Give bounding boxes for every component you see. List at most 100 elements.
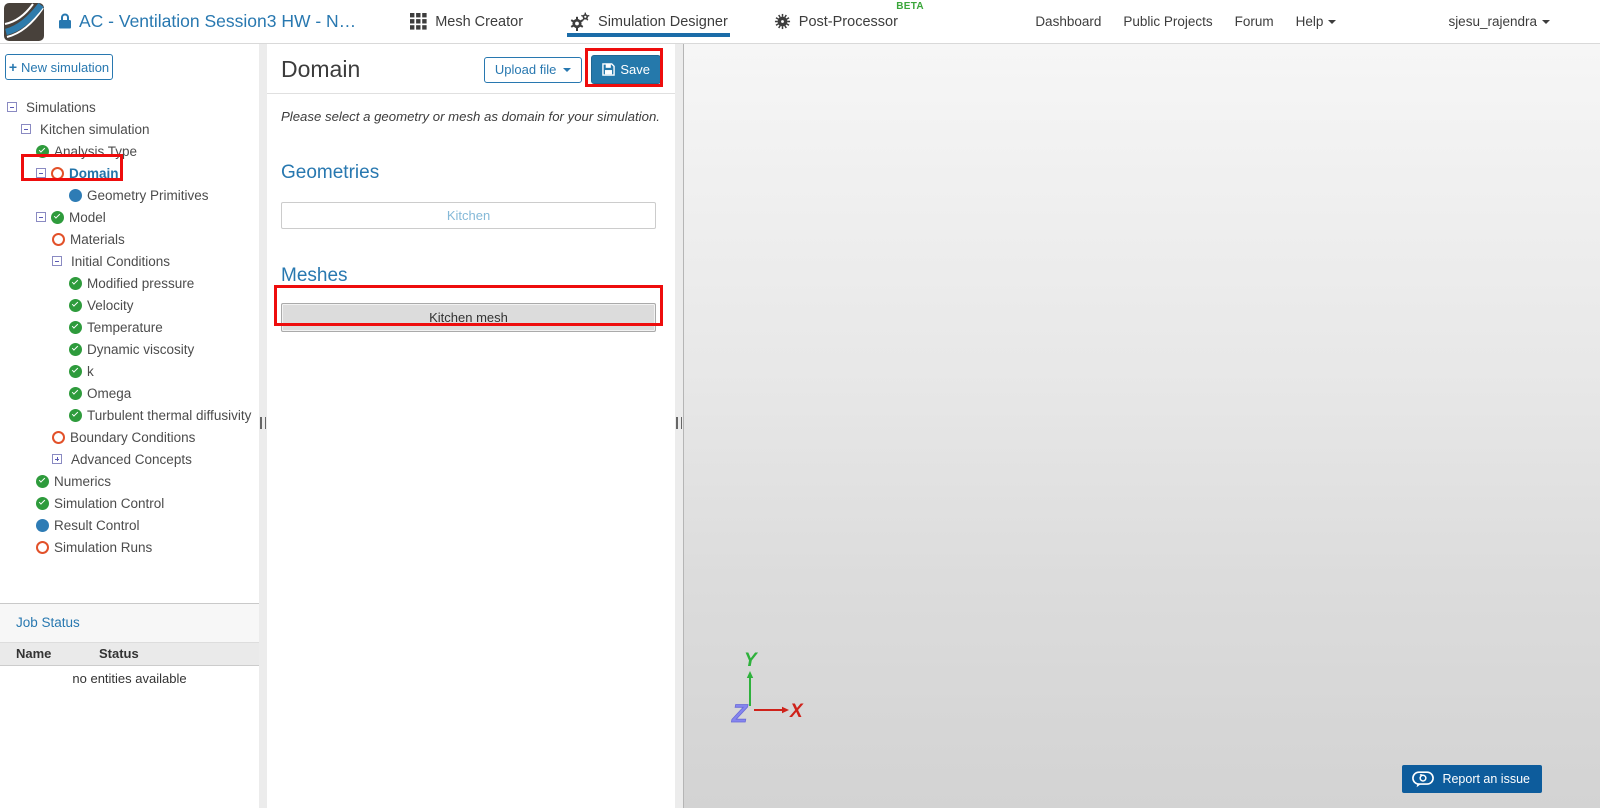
report-issue-label: Report an issue (1442, 772, 1530, 786)
splitter-grip-icon (260, 417, 266, 429)
tab-label: Post-Processor (798, 13, 898, 30)
top-right-nav: Dashboard Public Projects Forum Help sje… (1013, 14, 1550, 29)
tab-post-processor[interactable]: Post-Processor BETA (772, 0, 924, 44)
tree-item-label: Numerics (54, 473, 112, 489)
simscale-logo-icon[interactable] (4, 2, 44, 41)
camera-bubble-icon (1412, 770, 1435, 787)
tree-item-label: Velocity (87, 297, 134, 313)
tree-item-boundary-conditions[interactable]: Boundary Conditions (0, 426, 259, 448)
status-info-icon (36, 518, 49, 532)
status-check-icon (69, 408, 82, 422)
tree-item-k[interactable]: k (0, 360, 259, 382)
workbench-tabs: Mesh Creator Simulation Designer Post-Pr… (408, 0, 942, 44)
nav-link-dashboard[interactable]: Dashboard (1035, 14, 1101, 29)
tree-item-turbulent-thermal-diffusivity[interactable]: Turbulent thermal diffusivity (0, 404, 259, 426)
tab-mesh-creator[interactable]: Mesh Creator (408, 0, 525, 44)
page-title: Domain (281, 56, 361, 82)
tree-item-initial-conditions[interactable]: Initial Conditions (0, 250, 259, 272)
chevron-down-icon (1328, 20, 1337, 28)
axis-y-label: Y (744, 650, 759, 671)
tree-item-advanced-concepts[interactable]: Advanced Concepts (0, 448, 259, 470)
tab-simulation-designer[interactable]: Simulation Designer (567, 0, 730, 44)
column-header-status: Status (99, 646, 139, 661)
grid-icon (410, 13, 427, 30)
plus-icon: + (8, 59, 18, 75)
toggle-minus-icon[interactable] (36, 168, 46, 178)
nav-link-forum[interactable]: Forum (1235, 14, 1274, 29)
project-title[interactable]: AC - Ventilation Session3 HW - N… (79, 11, 356, 32)
tree-item-simulation-control[interactable]: Simulation Control (0, 492, 259, 514)
tree-item-numerics[interactable]: Numerics (0, 470, 259, 492)
job-status-header-row: Name Status (0, 643, 259, 666)
save-button[interactable]: Save (591, 55, 661, 84)
status-check-icon (69, 320, 82, 334)
viewport-splitter[interactable] (675, 44, 683, 808)
domain-settings-panel: Domain Upload file Save Please select a … (267, 44, 675, 808)
tree-item-label: Initial Conditions (71, 253, 171, 269)
new-simulation-button[interactable]: + New simulation (5, 54, 113, 80)
toggle-minus-icon[interactable] (36, 212, 46, 222)
viewport-3d[interactable]: Y X Z Report an issue (683, 44, 1600, 808)
status-todo-icon (52, 232, 65, 246)
axis-x-label: X (789, 701, 804, 722)
tree-item-materials[interactable]: Materials (0, 228, 259, 250)
status-todo-icon (52, 430, 65, 444)
status-todo-icon (51, 166, 64, 180)
nav-link-public-projects[interactable]: Public Projects (1123, 14, 1212, 29)
tree-item-temperature[interactable]: Temperature (0, 316, 259, 338)
chevron-down-icon (563, 67, 572, 76)
tree-item-simulations[interactable]: Simulations (0, 96, 259, 118)
tree-item-label: Temperature (87, 319, 163, 335)
help-menu[interactable]: Help (1296, 14, 1337, 29)
tree-item-label: Boundary Conditions (70, 429, 196, 445)
lock-icon (58, 13, 72, 30)
tree-item-label: Analysis Type (54, 143, 138, 159)
tree-item-model[interactable]: Model (0, 206, 259, 228)
tree-item-velocity[interactable]: Velocity (0, 294, 259, 316)
tree-item-omega[interactable]: Omega (0, 382, 259, 404)
splitter-grip-icon (676, 417, 682, 429)
tab-label: Mesh Creator (435, 13, 524, 30)
job-status-empty-message: no entities available (72, 671, 187, 686)
gear-sun-icon (774, 13, 790, 30)
tree-item-kitchen-simulation[interactable]: Kitchen simulation (0, 118, 259, 140)
tree-item-label: Materials (70, 231, 125, 247)
kitchen-mesh-button[interactable]: Kitchen mesh (281, 303, 656, 332)
floppy-disk-icon (602, 63, 616, 76)
tree-item-geometry-primitives[interactable]: Geometry Primitives (0, 184, 259, 206)
tree-item-label: Geometry Primitives (87, 187, 209, 203)
column-header-name: Name (16, 646, 52, 661)
report-issue-button[interactable]: Report an issue (1402, 765, 1542, 793)
tree-item-label: Model (69, 209, 106, 225)
toggle-minus-icon[interactable] (7, 102, 17, 112)
tree-item-label: Omega (87, 385, 132, 401)
user-menu[interactable]: sjesu_rajendra (1448, 14, 1550, 29)
tree-item-label: Dynamic viscosity (87, 341, 195, 357)
upload-file-label: Upload file (494, 62, 557, 77)
axis-z-label: Z (731, 700, 749, 728)
status-check-icon (69, 364, 82, 378)
axis-triad-icon: Y X Z (731, 650, 804, 728)
status-check-icon (36, 474, 49, 488)
job-status-title: Job Status (0, 604, 259, 643)
tree-item-result-control[interactable]: Result Control (0, 514, 259, 536)
tree-item-label: k (87, 363, 94, 379)
tree-item-dynamic-viscosity[interactable]: Dynamic viscosity (0, 338, 259, 360)
tree-item-simulation-runs[interactable]: Simulation Runs (0, 536, 259, 558)
status-check-icon (69, 342, 82, 356)
tree-item-modified-pressure[interactable]: Modified pressure (0, 272, 259, 294)
domain-instruction-note: Please select a geometry or mesh as doma… (281, 109, 660, 124)
tree-item-domain[interactable]: Domain (0, 162, 259, 184)
toggle-minus-icon[interactable] (52, 256, 62, 266)
geometry-kitchen-button[interactable]: Kitchen (281, 202, 656, 229)
upload-file-button[interactable]: Upload file (483, 56, 583, 83)
toggle-minus-icon[interactable] (21, 124, 31, 134)
toggle-plus-icon[interactable] (52, 454, 62, 464)
status-check-icon (36, 496, 49, 510)
divider (267, 93, 675, 94)
simulation-tree-sidebar: + New simulation Simulations Kitchen simu… (0, 44, 259, 808)
tree-item-label: Turbulent thermal diffusivity (87, 407, 252, 423)
tree-item-analysis-type[interactable]: Analysis Type (0, 140, 259, 162)
tab-label: Simulation Designer (598, 13, 728, 30)
sidebar-splitter[interactable] (259, 44, 267, 808)
